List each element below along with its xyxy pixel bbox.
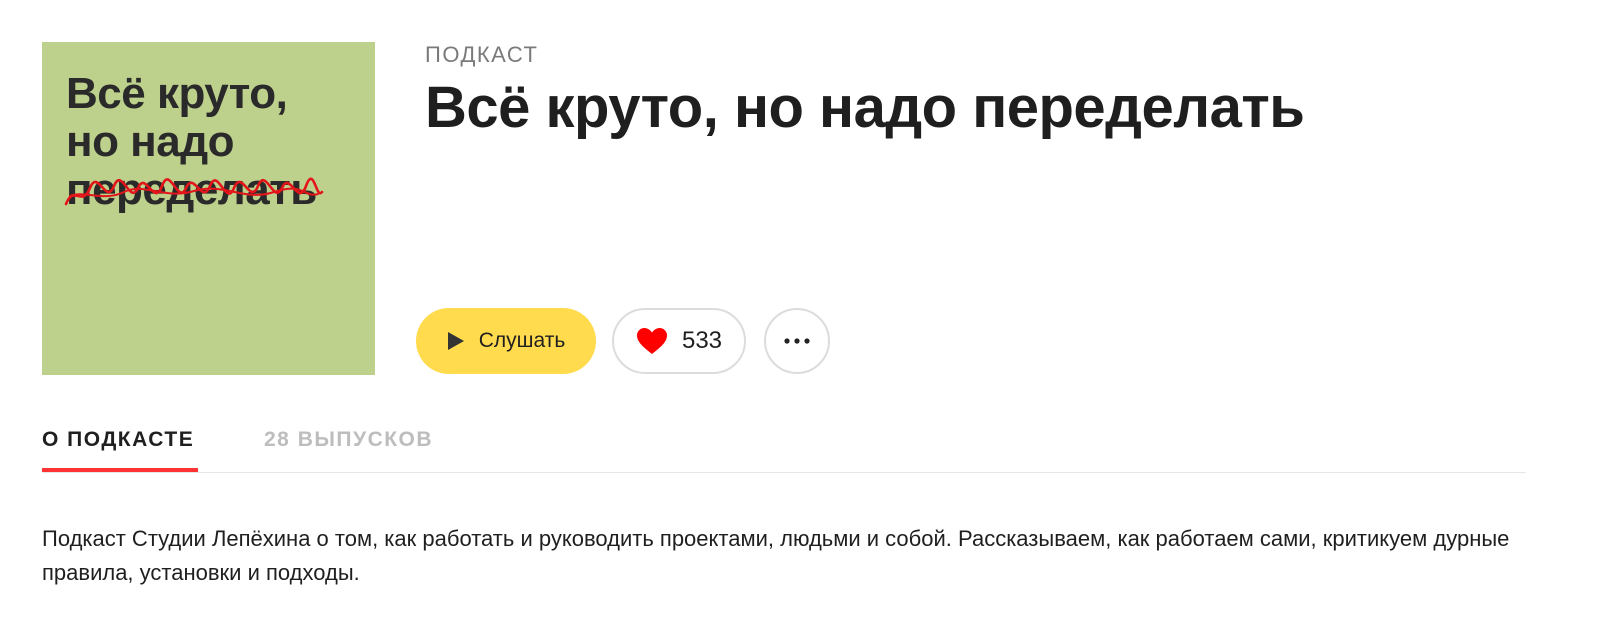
more-dots-icon [784, 338, 810, 344]
podcast-description: Подкаст Студии Лепёхина о том, как работ… [42, 526, 1510, 585]
active-tab-indicator [42, 468, 198, 472]
listen-button[interactable]: Слушать [416, 308, 596, 374]
tab-episodes[interactable]: 28 ВЫПУСКОВ [264, 428, 433, 452]
more-options-button[interactable] [764, 308, 830, 374]
tab-bar: О ПОДКАСТЕ 28 ВЫПУСКОВ [42, 420, 1526, 473]
podcast-cover: Всё круто, но надо переделать [42, 42, 375, 375]
page-title: Всё круто, но надо переделать [425, 75, 1305, 140]
listen-button-label: Слушать [478, 329, 566, 352]
heart-icon [636, 328, 667, 354]
like-button[interactable]: 533 [612, 308, 746, 374]
like-count: 533 [681, 327, 723, 354]
red-scribble-decoration [64, 177, 324, 206]
tab-about[interactable]: О ПОДКАСТЕ [42, 428, 194, 452]
content-type-label: ПОДКАСТ [425, 42, 539, 67]
cover-text-line-1: Всё круто, [66, 69, 288, 118]
play-icon [447, 332, 464, 350]
cover-text-line-2: но надо [66, 117, 235, 166]
